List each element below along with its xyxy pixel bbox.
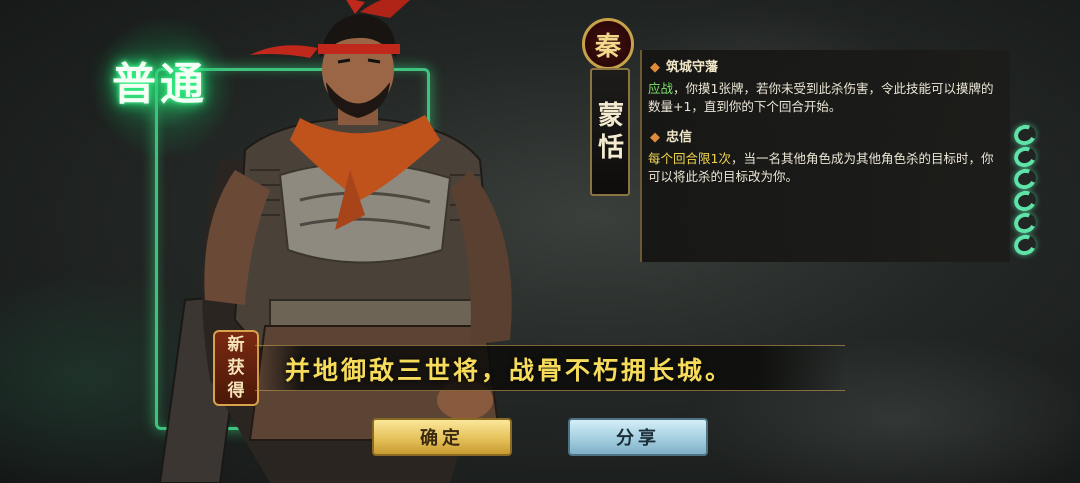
share-button-label: 分享: [616, 428, 660, 449]
hero-quote: 并地御敌三世将，战骨不朽拥长城。: [285, 356, 734, 385]
health-pip-icon: [1011, 187, 1039, 215]
skill-1-title: ◆ 筑城守藩: [650, 56, 718, 75]
health-pip-icon: [1011, 121, 1039, 149]
skill-2-name: 忠信: [666, 130, 693, 145]
faction-label: 秦: [594, 31, 621, 62]
skill-1-text: ，你摸1张牌，若你未受到此杀伤害，令此技能可以摸牌的数量+1，直到你的下个回合开…: [648, 81, 994, 114]
skill-2-description: 每个回合限1次，当一名其他角色成为其他角色杀的目标时，你可以将此杀的目标改为你。: [648, 150, 1004, 186]
skill-1-description: 应战，你摸1张牌，若你未受到此杀伤害，令此技能可以摸牌的数量+1，直到你的下个回…: [648, 80, 1004, 116]
health-pip-icon: [1011, 209, 1039, 237]
skill-2-title: ◆ 忠信: [650, 126, 692, 145]
faction-seal: 秦: [582, 18, 634, 70]
health-pip-icon: [1011, 165, 1039, 193]
skill-1-name: 筑城守藩: [666, 60, 719, 75]
badge-char: 获: [227, 358, 245, 378]
new-obtained-badge: 新 获 得: [213, 330, 259, 406]
skill-2-keyword: 每个回合限1次: [648, 151, 731, 166]
hero-name-char: 蒙: [597, 101, 624, 131]
diamond-icon: ◆: [650, 130, 660, 145]
hero-name: 蒙 恬: [594, 100, 628, 164]
health-pip-icon: [1011, 143, 1039, 171]
health-pip-icon: [1011, 231, 1039, 259]
health-bar: [1011, 121, 1039, 280]
hero-name-char: 恬: [597, 133, 624, 163]
rarity-label: 普通: [112, 59, 208, 110]
badge-char: 得: [227, 381, 245, 401]
share-button[interactable]: 分享: [568, 418, 708, 456]
skill-1-keyword: 应战: [648, 81, 674, 96]
badge-char: 新: [227, 335, 245, 355]
confirm-button[interactable]: 确定: [372, 418, 512, 456]
confirm-button-label: 确定: [420, 428, 464, 449]
diamond-icon: ◆: [650, 60, 660, 75]
